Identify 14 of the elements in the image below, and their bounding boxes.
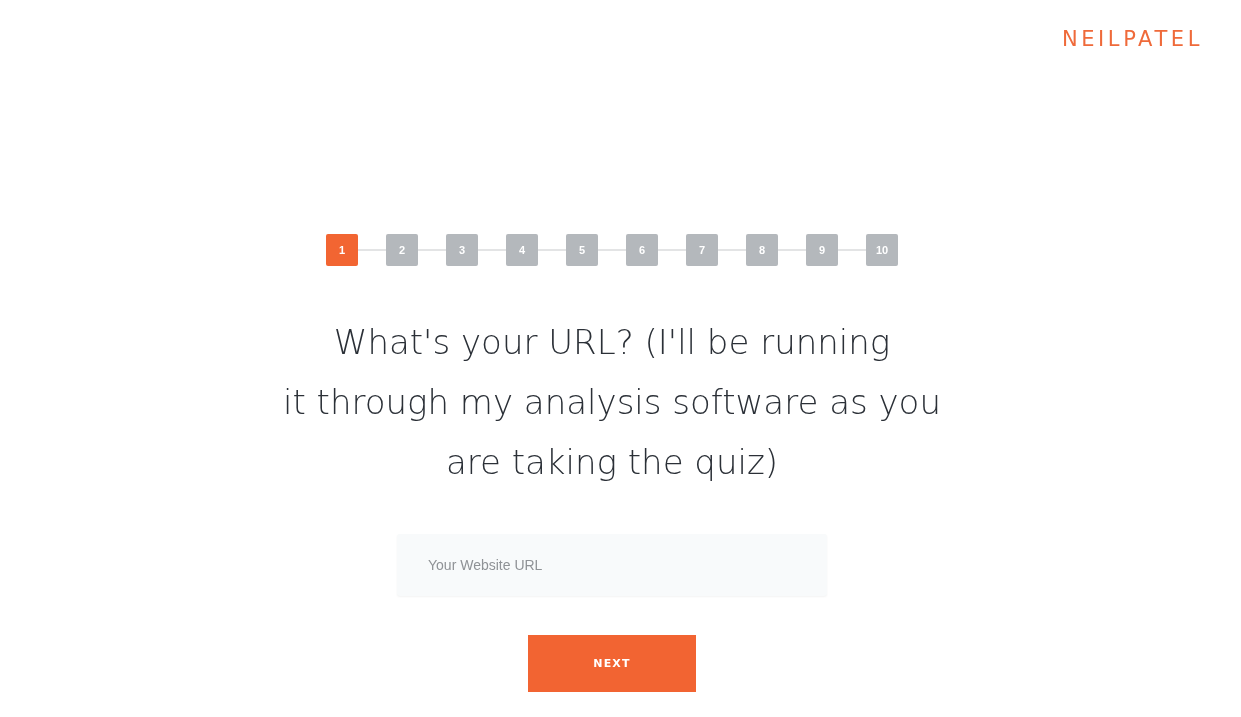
step-marker: 10	[866, 234, 898, 266]
question-heading: What's your URL? (I'll be running it through my analysis software as you are taking the quiz)	[283, 321, 941, 484]
step-marker: 7	[686, 234, 718, 266]
step-marker: 6	[626, 234, 658, 266]
step-marker: 4	[506, 234, 538, 266]
step-marker: 5	[566, 234, 598, 266]
url-input-field[interactable]: Your Website URL	[397, 534, 827, 596]
step-marker: 1	[326, 234, 358, 266]
step-marker: 3	[446, 234, 478, 266]
next-button[interactable]: NEXT	[528, 635, 696, 692]
brand-logo[interactable]: NEILPATEL	[1061, 28, 1203, 50]
step-marker: 2	[386, 234, 418, 266]
step-marker: 8	[746, 234, 778, 266]
step-marker: 9	[806, 234, 838, 266]
